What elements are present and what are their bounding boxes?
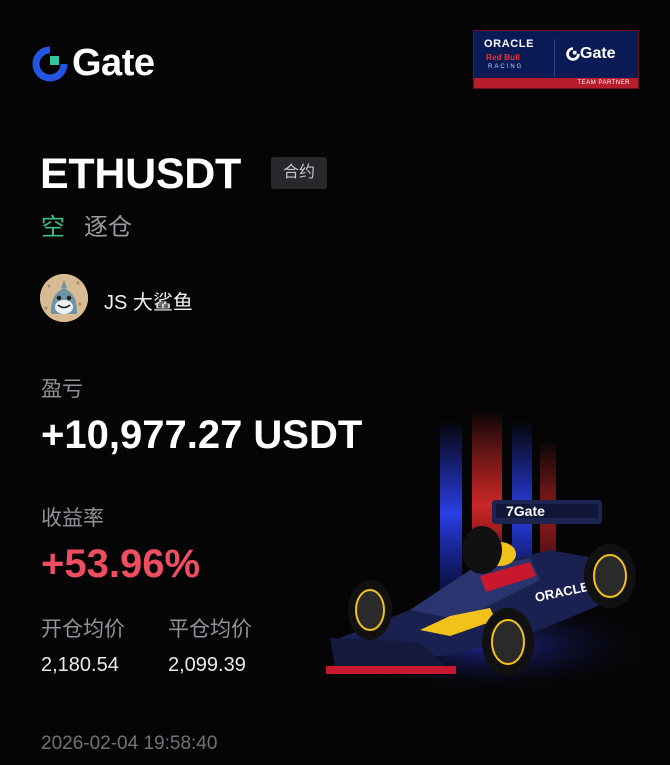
svg-text:7Gate: 7Gate [506, 503, 545, 519]
f1-race-car-icon: 7Gate ORACLE [320, 410, 660, 695]
gate-logo-icon [32, 45, 68, 81]
roi-value: +53.96% [41, 542, 201, 586]
close-price-label: 平仓均价 [168, 618, 252, 641]
gate-logo-icon [566, 47, 580, 61]
team-partner-tag: TEAM PARTNER [474, 78, 638, 88]
team-partner-banner: ORACLE Red Bull RACING Gate TEAM PARTNER [473, 30, 639, 89]
f1-car-illustration: 7Gate ORACLE [300, 380, 670, 710]
banner-divider [554, 39, 555, 77]
avatar [40, 274, 88, 322]
racing-wordmark: RACING [488, 64, 524, 70]
user-name: JS 大鲨鱼 [104, 292, 193, 314]
open-price-label: 开仓均价 [41, 618, 125, 641]
redbull-wordmark: Red Bull [486, 53, 521, 62]
pnl-label: 盈亏 [41, 378, 83, 401]
open-price-value: 2,180.54 [41, 654, 119, 676]
shark-avatar-icon [40, 274, 88, 322]
timestamp: 2026-02-04 19:58:40 [41, 733, 218, 754]
contract-type-badge: 合约 [271, 157, 327, 189]
banner-gate-logo: Gate [566, 45, 616, 63]
gate-logo-text: Gate [72, 42, 155, 84]
banner-gate-text: Gate [580, 45, 616, 62]
oracle-wordmark: ORACLE [484, 38, 535, 50]
trading-pair: ETHUSDT [40, 150, 241, 198]
position-side: 空 [41, 214, 65, 241]
gate-logo: Gate [32, 42, 155, 85]
margin-mode: 逐仓 [84, 214, 132, 241]
close-price-value: 2,099.39 [168, 654, 246, 676]
roi-label: 收益率 [41, 507, 104, 530]
